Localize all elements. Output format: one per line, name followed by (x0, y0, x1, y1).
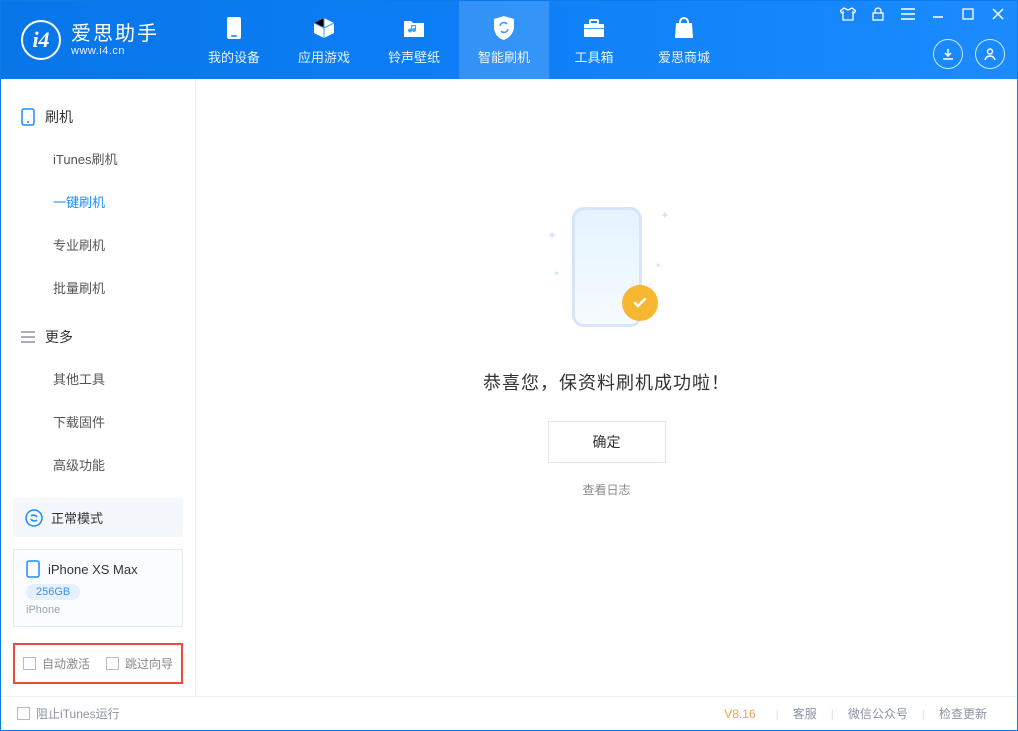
ok-button[interactable]: 确定 (548, 421, 666, 463)
logo-icon: i4 (21, 20, 61, 60)
sidebar-item-other-tools[interactable]: 其他工具 (1, 357, 195, 400)
tab-label: 工具箱 (574, 47, 613, 66)
header-actions (933, 39, 1005, 69)
success-illustration: ✦ ✦ ✦ ✦ (562, 199, 652, 339)
device-info-card[interactable]: iPhone XS Max 256GB iPhone (13, 549, 183, 627)
device-mode-label: 正常模式 (51, 508, 103, 527)
footer-link-wechat[interactable]: 微信公众号 (834, 705, 922, 722)
option-skip-guide[interactable]: 跳过向导 (106, 655, 173, 672)
toolbox-icon (581, 15, 607, 41)
tab-store[interactable]: 爱思商城 (639, 1, 729, 79)
titlebar-buttons (839, 5, 1007, 23)
success-message: 恭喜您，保资料刷机成功啦！ (483, 369, 730, 395)
checkbox-icon (23, 657, 36, 670)
tab-apps[interactable]: 应用游戏 (279, 1, 369, 79)
tab-label: 应用游戏 (298, 47, 350, 66)
sidebar-item-download-firmware[interactable]: 下载固件 (1, 400, 195, 443)
sidebar-group-more: 更多 (1, 317, 195, 357)
tab-label: 爱思商城 (658, 47, 710, 66)
menu-icon[interactable] (899, 5, 917, 23)
sparkle-icon: ✦ (554, 269, 561, 278)
device-type: iPhone (26, 604, 170, 616)
device-mode-card[interactable]: 正常模式 (13, 498, 183, 537)
version-label: V8.16 (724, 707, 755, 721)
refresh-shield-icon (491, 15, 517, 41)
tab-label: 我的设备 (208, 47, 260, 66)
tab-label: 铃声壁纸 (388, 47, 440, 66)
option-auto-activate[interactable]: 自动激活 (23, 655, 90, 672)
close-icon[interactable] (989, 5, 1007, 23)
tab-my-device[interactable]: 我的设备 (189, 1, 279, 79)
app-domain: www.i4.cn (71, 45, 159, 57)
sidebar-item-onekey-flash[interactable]: 一键刷机 (1, 180, 195, 223)
flash-options-highlight: 自动激活 跳过向导 (13, 643, 183, 684)
user-button[interactable] (975, 39, 1005, 69)
download-button[interactable] (933, 39, 963, 69)
music-folder-icon (401, 15, 427, 41)
tab-label: 智能刷机 (478, 47, 530, 66)
phone-icon (26, 560, 40, 578)
cube-icon (311, 15, 337, 41)
main-tabs: 我的设备 应用游戏 铃声壁纸 智能刷机 工具箱 爱思商城 (189, 1, 729, 79)
check-badge-icon (622, 285, 658, 321)
view-log-link[interactable]: 查看日志 (582, 481, 630, 498)
tab-flash[interactable]: 智能刷机 (459, 1, 549, 79)
sidebar: 刷机 iTunes刷机 一键刷机 专业刷机 批量刷机 更多 其他工具 下载固件 … (1, 79, 196, 696)
phone-outline-icon (21, 108, 35, 126)
sidebar-item-itunes-flash[interactable]: iTunes刷机 (1, 137, 195, 180)
sparkle-icon: ✦ (655, 261, 662, 270)
checkbox-icon (106, 657, 119, 670)
option-block-itunes[interactable]: 阻止iTunes运行 (17, 705, 120, 722)
checkbox-icon (17, 707, 30, 720)
phone-icon (221, 15, 247, 41)
sidebar-item-pro-flash[interactable]: 专业刷机 (1, 223, 195, 266)
footer: 阻止iTunes运行 V8.16 | 客服 | 微信公众号 | 检查更新 (1, 696, 1017, 730)
sidebar-item-advanced[interactable]: 高级功能 (1, 443, 195, 486)
sparkle-icon: ✦ (660, 209, 669, 222)
sync-icon (25, 509, 43, 527)
tab-ringtones[interactable]: 铃声壁纸 (369, 1, 459, 79)
footer-link-support[interactable]: 客服 (779, 705, 831, 722)
tshirt-icon[interactable] (839, 5, 857, 23)
tab-toolbox[interactable]: 工具箱 (549, 1, 639, 79)
lock-icon[interactable] (869, 5, 887, 23)
sparkle-icon: ✦ (548, 229, 557, 242)
device-storage: 256GB (26, 584, 80, 600)
bag-icon (671, 15, 697, 41)
list-icon (21, 331, 35, 343)
footer-link-update[interactable]: 检查更新 (925, 705, 1001, 722)
maximize-icon[interactable] (959, 5, 977, 23)
header: i4 爱思助手 www.i4.cn 我的设备 应用游戏 铃声壁纸 智能刷机 工具… (1, 1, 1017, 79)
sidebar-group-flash: 刷机 (1, 97, 195, 137)
main-content: ✦ ✦ ✦ ✦ 恭喜您，保资料刷机成功啦！ 确定 查看日志 (196, 79, 1017, 696)
app-logo: i4 爱思助手 www.i4.cn (1, 20, 177, 60)
app-name: 爱思助手 (71, 23, 159, 45)
minimize-icon[interactable] (929, 5, 947, 23)
sidebar-item-batch-flash[interactable]: 批量刷机 (1, 266, 195, 309)
device-name: iPhone XS Max (48, 562, 138, 577)
